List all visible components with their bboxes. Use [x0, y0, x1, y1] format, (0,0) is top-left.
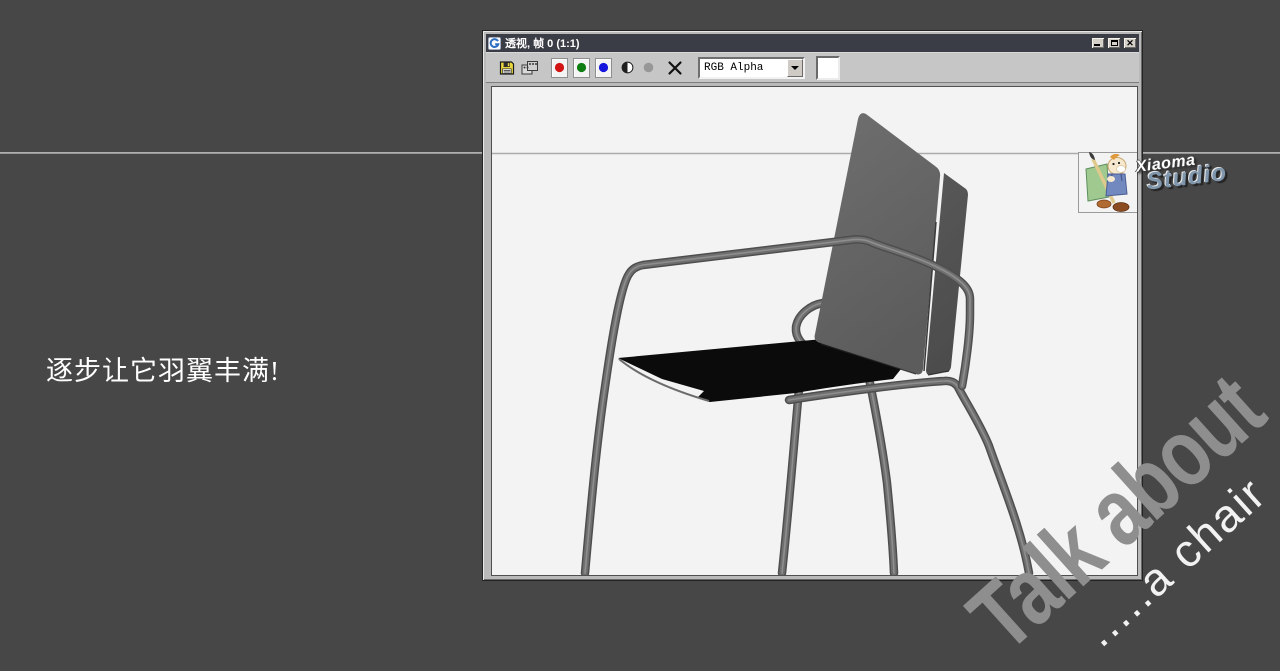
monochrome-button[interactable] [643, 62, 654, 73]
xiaoma-painter-mascot [1085, 152, 1130, 212]
clone-frame-button[interactable] [521, 60, 539, 76]
red-channel-icon [554, 62, 565, 73]
chair-render-image [492, 113, 1078, 576]
window-title: 透视, 帧 0 (1:1) [505, 38, 580, 50]
alpha-channel-button[interactable] [621, 61, 634, 74]
studio-logo-box [1078, 152, 1137, 213]
save-bitmap-button[interactable] [499, 60, 515, 76]
blue-channel-button[interactable] [595, 57, 612, 78]
vfb-toolbar: RGB Alpha [486, 52, 1139, 83]
maximize-button[interactable] [1107, 37, 1121, 49]
minimize-icon [1094, 44, 1100, 46]
green-channel-button[interactable] [573, 57, 590, 78]
minimize-button[interactable] [1091, 37, 1105, 49]
window-titlebar[interactable]: 透视, 帧 0 (1:1) ✕ [486, 34, 1139, 52]
close-button[interactable]: ✕ [1123, 37, 1137, 49]
red-channel-button[interactable] [551, 57, 568, 78]
maximize-icon [1110, 40, 1118, 46]
window-controls: ✕ [1091, 37, 1137, 49]
channel-display-dropdown[interactable]: RGB Alpha [698, 56, 805, 79]
slide-page: { "page": { "caption": "逐步让它羽翼丰满!" }, "w… [0, 0, 1280, 671]
dropdown-arrow-button[interactable] [787, 58, 803, 77]
rendered-frame-window: 透视, 帧 0 (1:1) ✕ RGB Alpha [482, 30, 1143, 581]
studio-logo-text: Xiaoma Studio [1135, 149, 1229, 196]
green-channel-icon [576, 62, 587, 73]
vfb-g-icon [488, 36, 501, 50]
chevron-down-icon [791, 65, 799, 70]
render-canvas [491, 86, 1138, 576]
blue-channel-icon [598, 62, 609, 73]
slide-caption: 逐步让它羽翼丰满! [46, 356, 280, 386]
background-color-swatch[interactable] [816, 55, 840, 80]
clear-button[interactable] [667, 60, 683, 76]
